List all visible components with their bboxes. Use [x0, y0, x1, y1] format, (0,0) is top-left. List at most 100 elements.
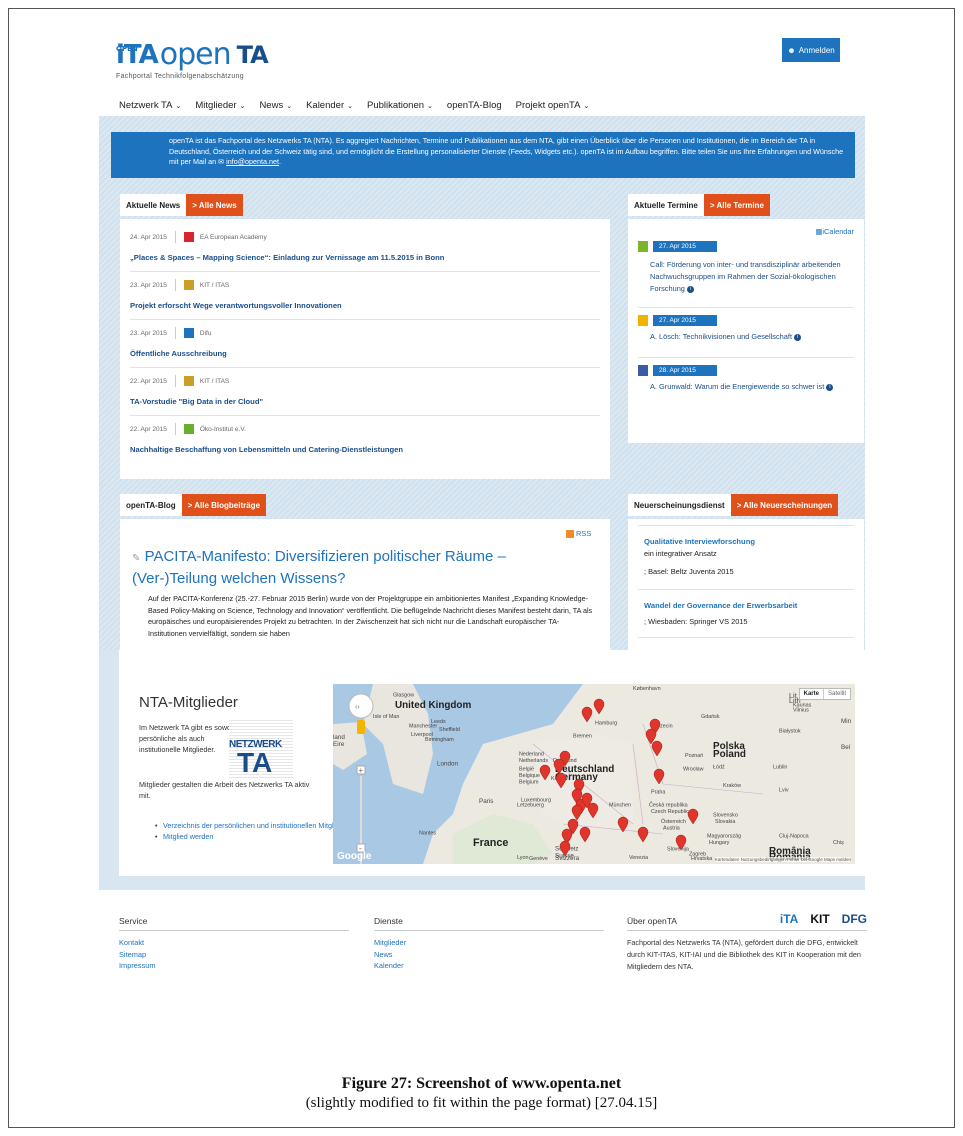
member-link[interactable]: Verzeichnis der persönlichen und institu… — [155, 820, 354, 831]
site-logo[interactable]: OPEN iTA open TA Fachportal Technikfolgen… — [116, 40, 269, 81]
footer-link[interactable]: Sitemap — [119, 949, 349, 961]
map-label: Bel — [841, 744, 850, 751]
nav-item-label: Publikationen — [366, 100, 425, 111]
login-label: Anmelden — [798, 45, 835, 55]
news-meta: 22. Apr 2015 Öko-Institut e.V. — [130, 423, 600, 435]
map-label: United Kingdom — [395, 700, 471, 711]
intro-mail-link[interactable]: info@openta.net — [226, 157, 279, 166]
map-label: Birmingham — [425, 737, 454, 743]
map-label: Poznań — [685, 753, 703, 759]
mail-icon: ✉ — [218, 157, 225, 166]
news-source: Difu — [199, 329, 212, 337]
map-type-switcher: Karte Satellit — [798, 688, 851, 700]
chevron-down-icon: ⌄ — [239, 103, 246, 110]
info-icon[interactable]: i — [794, 333, 802, 341]
publication-title[interactable]: Wandel der Governance der Erwerbsarbeit — [644, 601, 797, 610]
news-item[interactable]: 22. Apr 2015 Öko-Institut e.V. Nachhaltige… — [130, 423, 600, 454]
news-item[interactable]: 23. Apr 2015 KIT / ITAS Projekt erforscht … — [130, 279, 600, 310]
event-title[interactable]: Call: Förderung von inter- und transdisz… — [650, 259, 850, 295]
news-title[interactable]: Nachhaltige Beschaffung von Lebensmittel… — [130, 445, 600, 454]
news-title[interactable]: Öffentliche Ausschreibung — [130, 349, 600, 358]
divider — [638, 589, 854, 590]
map-label: Sheffield — [439, 727, 460, 733]
nav-item[interactable]: News ⌄ — [259, 100, 292, 111]
map-label: Slovensko — [713, 812, 738, 818]
divider — [638, 357, 854, 358]
map-label: London — [437, 760, 459, 767]
rss-link[interactable]: RSS — [566, 529, 591, 538]
map-label: Genève — [529, 856, 548, 862]
news-source: KIT / ITAS — [199, 377, 230, 385]
event-color-marker — [638, 241, 648, 252]
news-box: 24. Apr 2015 EA European Academy „Places &… — [120, 219, 610, 479]
footer-link[interactable]: News — [374, 949, 604, 961]
blog-post-title[interactable]: ✎ PACITA-Manifesto: Diversifizieren poli… — [132, 547, 572, 589]
news-item[interactable]: 23. Apr 2015 Difu Öffentliche Ausschreibun… — [130, 327, 600, 358]
map-label: Österreich — [661, 818, 686, 825]
source-logo-icon — [183, 232, 194, 242]
news-item[interactable]: 24. Apr 2015 EA European Academy „Places &… — [130, 231, 600, 262]
news-date: 22. Apr 2015 — [130, 425, 167, 433]
all-pubs-link[interactable]: > Alle Neuerscheinungen — [730, 494, 839, 516]
all-blog-link[interactable]: > Alle Blogbeiträge — [181, 494, 267, 516]
all-termine-link[interactable]: > Alle Termine — [703, 194, 770, 216]
nav-item[interactable]: Kalender ⌄ — [306, 100, 353, 111]
icalendar-link[interactable]: ▦iCalendar — [815, 227, 854, 236]
divider — [174, 423, 176, 435]
map-label: Lviv — [779, 788, 789, 794]
login-button[interactable]: ☻ Anmelden — [782, 38, 840, 62]
divider — [638, 307, 854, 308]
members-text-2: Mitglieder gestalten die Arbeit des Netz… — [139, 780, 310, 800]
map-label: Paris — [479, 798, 493, 805]
chevron-down-icon: ⌄ — [286, 103, 293, 110]
blog-post-body: Auf der PACITA-Konferenz (25.-27. Februa… — [148, 594, 593, 638]
publication-title[interactable]: Qualitative Interviewforschung — [644, 537, 755, 546]
info-icon[interactable]: i — [686, 285, 694, 293]
footer-service: Service Kontakt Sitemap Impressum — [119, 916, 349, 972]
map-label: Czech Republic — [651, 809, 689, 815]
news-item[interactable]: 22. Apr 2015 KIT / ITAS TA-Vorstudie "Big … — [130, 375, 600, 406]
members-map[interactable]: Glasgow United Kingdom Isle of Man Leeds Man… — [333, 684, 855, 864]
all-news-link[interactable]: > Alle News — [186, 194, 243, 216]
footer-link[interactable]: Impressum — [119, 960, 349, 972]
map-footer: Kartendaten Nutzungsbedingungen Fehler b… — [714, 857, 851, 862]
event-title-text: A. Lösch: Technikvisionen und Gesellscha… — [650, 332, 793, 341]
partner-logos: iTA KIT DFG — [780, 912, 867, 926]
member-link[interactable]: Mitglied werden — [155, 831, 354, 842]
nav-item[interactable]: Publikationen ⌄ — [367, 100, 433, 111]
news-title[interactable]: TA-Vorstudie "Big Data in der Cloud" — [130, 397, 600, 406]
nav-item[interactable]: openTA-Blog — [447, 100, 502, 111]
news-title[interactable]: „Places & Spaces – Mapping Science“: Ein… — [130, 253, 600, 262]
svg-text:‹›: ‹› — [355, 704, 360, 711]
footer-link[interactable]: Kalender — [374, 960, 604, 972]
nav-item[interactable]: Netzwerk TA ⌄ — [119, 100, 181, 111]
publication-publisher: ; Basel: Beltz Juventa 2015 — [644, 567, 734, 576]
quote-icon: “ — [125, 124, 159, 192]
map-type-karte[interactable]: Karte — [800, 689, 823, 699]
info-icon[interactable]: i — [826, 383, 834, 391]
event-color-marker — [638, 365, 648, 376]
intro-box: openTA ist das Fachportal des Netzwerks … — [111, 132, 855, 178]
news-title[interactable]: Projekt erforscht Wege verantwortungsvol… — [130, 301, 600, 310]
map-label: Glasgow — [393, 693, 414, 699]
map-label: Hrvatska — [691, 856, 712, 862]
chevron-down-icon: ⌄ — [347, 103, 353, 110]
blog-tabbar: openTA-Blog > Alle Blogbeiträge — [120, 494, 267, 516]
caption-title: Figure 27: Screenshot of www.openta.net — [341, 1075, 622, 1092]
map-pan-control[interactable] — [348, 693, 374, 719]
pegman-icon[interactable] — [357, 720, 365, 734]
main-nav: Netzwerk TA ⌄ Mitglieder ⌄ News ⌄ Kalender ⌄ Pub… — [119, 100, 589, 111]
blog-box: RSS ✎ PACITA-Manifesto: Diversifizieren … — [120, 519, 610, 654]
divider — [174, 375, 176, 387]
event-title[interactable]: A. Lösch: Technikvisionen und Gesellscha… — [650, 331, 850, 343]
event-title-text: A. Grunwald: Warum die Energiewende so s… — [650, 382, 825, 391]
nav-item[interactable]: Projekt openTA ⌄ — [516, 100, 590, 111]
footer-link[interactable]: Mitglieder — [374, 937, 604, 949]
event-title-text: Call: Förderung von inter- und transdisz… — [650, 260, 841, 293]
map-label: Česká republika — [649, 801, 688, 808]
event-title[interactable]: A. Grunwald: Warum die Energiewende so s… — [650, 381, 850, 393]
map-label: Belgique — [519, 773, 540, 779]
map-type-satellit[interactable]: Satellit — [822, 689, 850, 699]
nav-item[interactable]: Mitglieder ⌄ — [195, 100, 245, 111]
footer-link[interactable]: Kontakt — [119, 937, 349, 949]
